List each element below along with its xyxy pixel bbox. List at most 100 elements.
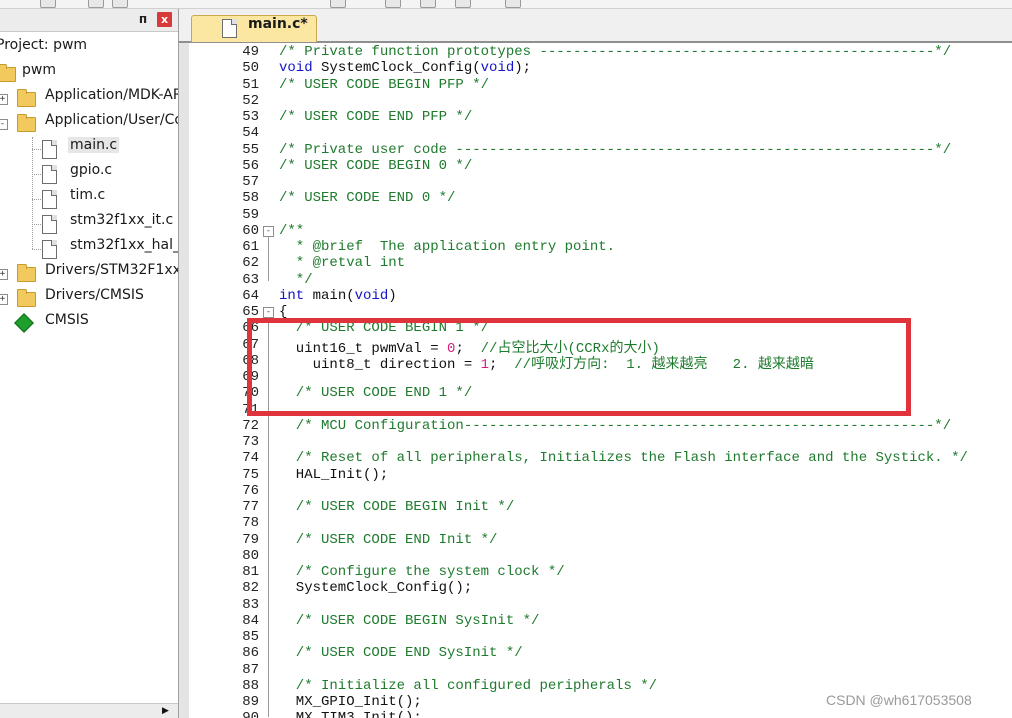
- file-icon: [222, 19, 237, 38]
- code-line[interactable]: 76: [189, 483, 1012, 499]
- line-number: 74: [242, 450, 259, 467]
- tree-item[interactable]: main.c: [0, 137, 178, 161]
- code-line[interactable]: 87: [189, 662, 1012, 678]
- code-line[interactable]: 55 /* Private user code -----------------…: [189, 142, 1012, 158]
- code-line[interactable]: 57: [189, 174, 1012, 190]
- line-number: 71: [242, 401, 259, 418]
- code-line[interactable]: 66 /* USER CODE BEGIN 1 */: [189, 320, 1012, 336]
- file-icon: [42, 240, 57, 259]
- tree-item[interactable]: gpio.c: [0, 162, 178, 186]
- code-line[interactable]: 63 */: [189, 272, 1012, 288]
- code-text: /* USER CODE END PFP */: [279, 109, 472, 125]
- code-line[interactable]: 49 /* Private function prototypes -------…: [189, 44, 1012, 60]
- code-comment: * @brief The application entry point.: [279, 239, 616, 255]
- toolbar-button[interactable]: [330, 0, 346, 8]
- toolbar-button[interactable]: [420, 0, 436, 8]
- code-line[interactable]: 79 /* USER CODE END Init */: [189, 532, 1012, 548]
- code-line[interactable]: 71: [189, 402, 1012, 418]
- code-line[interactable]: 83: [189, 597, 1012, 613]
- close-icon[interactable]: x: [157, 12, 172, 27]
- toolbar-button[interactable]: [40, 0, 56, 8]
- code-line[interactable]: 59: [189, 207, 1012, 223]
- code-line[interactable]: 82 SystemClock_Config();: [189, 580, 1012, 596]
- code-line[interactable]: 51 /* USER CODE BEGIN PFP */: [189, 77, 1012, 93]
- code-line[interactable]: 61 * @brief The application entry point.: [189, 239, 1012, 255]
- folder-icon: [17, 89, 36, 107]
- code-line[interactable]: 64 int main(void): [189, 288, 1012, 304]
- code-text: int main(void): [279, 288, 397, 304]
- code-line[interactable]: 86 /* USER CODE END SysInit */: [189, 645, 1012, 661]
- toolbar-button[interactable]: [385, 0, 401, 8]
- code-editor[interactable]: 49 /* Private function prototypes -------…: [189, 43, 1012, 718]
- code-line[interactable]: 54: [189, 125, 1012, 141]
- tree-item[interactable]: - Application/User/Core: [0, 112, 178, 136]
- line-number: 83: [242, 596, 259, 613]
- line-number: 54: [242, 125, 259, 142]
- code-line[interactable]: 60-/**: [189, 223, 1012, 239]
- pin-icon[interactable]: ᴨ: [136, 12, 150, 26]
- expand-icon[interactable]: +: [0, 294, 8, 305]
- toolbar-button[interactable]: [88, 0, 104, 8]
- tab-main-c[interactable]: main.c*: [191, 15, 317, 42]
- code-line[interactable]: 72 /* MCU Configuration-----------------…: [189, 418, 1012, 434]
- code-line[interactable]: 67 uint16_t pwmVal = 0; //占空比大小(CCRx的大小): [189, 337, 1012, 357]
- code-line[interactable]: 62 * @retval int: [189, 255, 1012, 271]
- code-line[interactable]: 81 /* Configure the system clock */: [189, 564, 1012, 580]
- line-number: 66: [242, 320, 259, 337]
- project-title: Project: pwm: [0, 37, 88, 53]
- line-number: 62: [242, 255, 259, 272]
- expand-icon[interactable]: +: [0, 269, 8, 280]
- tree-connector: [32, 137, 33, 249]
- code-token: SystemClock_Config();: [279, 580, 473, 597]
- code-line[interactable]: 58 /* USER CODE END 0 */: [189, 190, 1012, 206]
- tree-item[interactable]: stm32f1xx_hal_msp.c: [0, 237, 178, 261]
- line-number: 55: [242, 141, 259, 158]
- code-line[interactable]: 84 /* USER CODE BEGIN SysInit */: [189, 613, 1012, 629]
- collapse-icon[interactable]: -: [0, 119, 8, 130]
- tree-item[interactable]: stm32f1xx_it.c: [0, 212, 178, 236]
- expand-icon[interactable]: +: [0, 94, 8, 105]
- code-text: /* USER CODE BEGIN Init */: [279, 499, 514, 515]
- tree-item[interactable]: + Application/MDK-ARM: [0, 87, 178, 111]
- line-number: 59: [242, 206, 259, 223]
- tree-item[interactable]: + Drivers/CMSIS: [0, 287, 178, 311]
- scroll-right-icon[interactable]: ▶: [162, 706, 172, 716]
- code-line[interactable]: 80: [189, 548, 1012, 564]
- project-panel-header: ᴨ x: [0, 9, 178, 32]
- code-comment: /* Initialize all configured peripherals…: [279, 677, 658, 694]
- toolbar-button[interactable]: [112, 0, 128, 8]
- code-token: );: [514, 60, 532, 77]
- code-line[interactable]: 53 /* USER CODE END PFP */: [189, 109, 1012, 125]
- code-comment: /* USER CODE END Init */: [279, 531, 498, 548]
- code-line[interactable]: 78: [189, 515, 1012, 531]
- code-line[interactable]: 70 /* USER CODE END 1 */: [189, 385, 1012, 401]
- code-line[interactable]: 85: [189, 629, 1012, 645]
- code-line[interactable]: 68 uint8_t direction = 1; //呼吸灯方向: 1. 越来…: [189, 353, 1012, 373]
- code-token: HAL_Init();: [279, 466, 389, 483]
- code-line[interactable]: 90 MX_TIM3_Init();: [189, 710, 1012, 718]
- tree-item[interactable]: CMSIS: [0, 312, 178, 336]
- tree-item-label: stm32f1xx_it.c: [70, 212, 174, 228]
- toolbar-button[interactable]: [505, 0, 521, 8]
- line-number: 61: [242, 239, 259, 255]
- line-number: 75: [242, 466, 259, 483]
- folder-icon: [17, 114, 36, 132]
- code-line[interactable]: 56 /* USER CODE BEGIN 0 */: [189, 158, 1012, 174]
- line-number: 85: [242, 629, 259, 645]
- code-line[interactable]: 50 void SystemClock_Config(void);: [189, 60, 1012, 76]
- code-comment: /* USER CODE END PFP */: [279, 109, 473, 125]
- code-line[interactable]: 74 /* Reset of all peripherals, Initiali…: [189, 450, 1012, 466]
- horizontal-scrollbar[interactable]: ▶: [0, 703, 178, 718]
- code-text: /* Private function prototypes ---------…: [279, 44, 951, 60]
- code-comment: * @retval int: [279, 255, 406, 272]
- code-line[interactable]: 75 HAL_Init();: [189, 467, 1012, 483]
- code-line[interactable]: 65-{: [189, 304, 1012, 320]
- tree-item[interactable]: pwm: [0, 62, 178, 86]
- code-line[interactable]: 52: [189, 93, 1012, 109]
- code-line[interactable]: 77 /* USER CODE BEGIN Init */: [189, 499, 1012, 515]
- toolbar-button[interactable]: [455, 0, 471, 8]
- code-line[interactable]: 73: [189, 434, 1012, 450]
- code-line[interactable]: 69: [189, 369, 1012, 385]
- tree-item[interactable]: + Drivers/STM32F1xx_HAL_Driver: [0, 262, 178, 286]
- tree-item[interactable]: tim.c: [0, 187, 178, 211]
